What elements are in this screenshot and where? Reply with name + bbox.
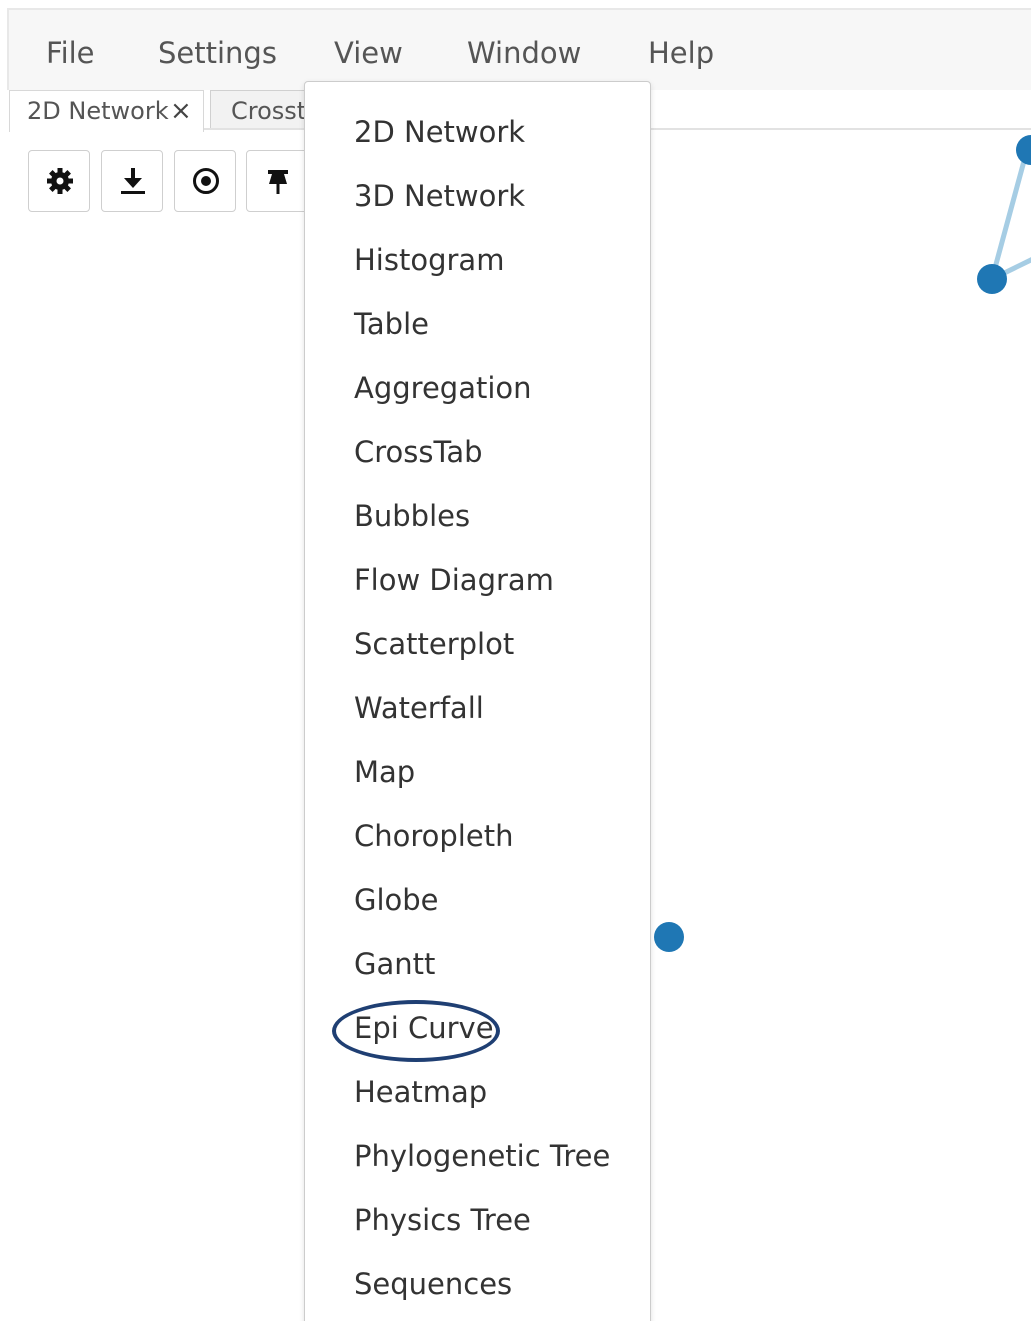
menu-option-heatmap[interactable]: Heatmap xyxy=(354,1074,487,1110)
settings-button[interactable] xyxy=(28,150,90,212)
menu-option-choropleth[interactable]: Choropleth xyxy=(354,818,513,854)
menu-option-histogram[interactable]: Histogram xyxy=(354,242,504,278)
recenter-button[interactable] xyxy=(174,150,236,212)
network-node xyxy=(1016,135,1031,165)
menu-option-crosstab[interactable]: CrossTab xyxy=(354,434,483,470)
close-icon[interactable]: × xyxy=(170,91,192,131)
target-icon xyxy=(193,168,219,194)
view-menu-dropdown: 2D Network 3D Network Histogram Table Ag… xyxy=(304,81,651,1321)
menu-help[interactable]: Help xyxy=(648,36,714,70)
tab-label: 2D Network xyxy=(27,97,169,125)
download-button[interactable] xyxy=(101,150,163,212)
menu-option-scatterplot[interactable]: Scatterplot xyxy=(354,626,514,662)
menu-file[interactable]: File xyxy=(46,36,95,70)
menu-option-2d-network[interactable]: 2D Network xyxy=(354,114,525,150)
menu-window[interactable]: Window xyxy=(467,36,581,70)
menu-option-table[interactable]: Table xyxy=(354,306,429,342)
menu-option-sequences[interactable]: Sequences xyxy=(354,1266,512,1302)
tab-2d-network[interactable]: 2D Network × xyxy=(9,90,204,132)
pin-icon xyxy=(268,170,288,194)
menu-option-waterfall[interactable]: Waterfall xyxy=(354,690,484,726)
network-node xyxy=(977,264,1007,294)
menu-option-bubbles[interactable]: Bubbles xyxy=(354,498,470,534)
pin-button[interactable] xyxy=(246,150,308,212)
menu-option-epi-curve[interactable]: Epi Curve xyxy=(354,1010,494,1046)
menu-option-flow-diagram[interactable]: Flow Diagram xyxy=(354,562,554,598)
gear-icon xyxy=(47,168,73,194)
menu-option-3d-network[interactable]: 3D Network xyxy=(354,178,525,214)
menu-settings[interactable]: Settings xyxy=(158,36,277,70)
download-icon xyxy=(121,168,145,194)
menu-option-gantt[interactable]: Gantt xyxy=(354,946,435,982)
menu-option-map[interactable]: Map xyxy=(354,754,415,790)
menu-option-globe[interactable]: Globe xyxy=(354,882,439,918)
app-window: File Settings View Window Help 2D Networ… xyxy=(0,0,1031,1321)
menu-option-phylogenetic-tree[interactable]: Phylogenetic Tree xyxy=(354,1138,610,1174)
network-node xyxy=(654,922,684,952)
menu-option-physics-tree[interactable]: Physics Tree xyxy=(354,1202,531,1238)
menu-option-aggregation[interactable]: Aggregation xyxy=(354,370,532,406)
menu-view[interactable]: View xyxy=(334,36,403,70)
network-edge xyxy=(989,149,1030,280)
